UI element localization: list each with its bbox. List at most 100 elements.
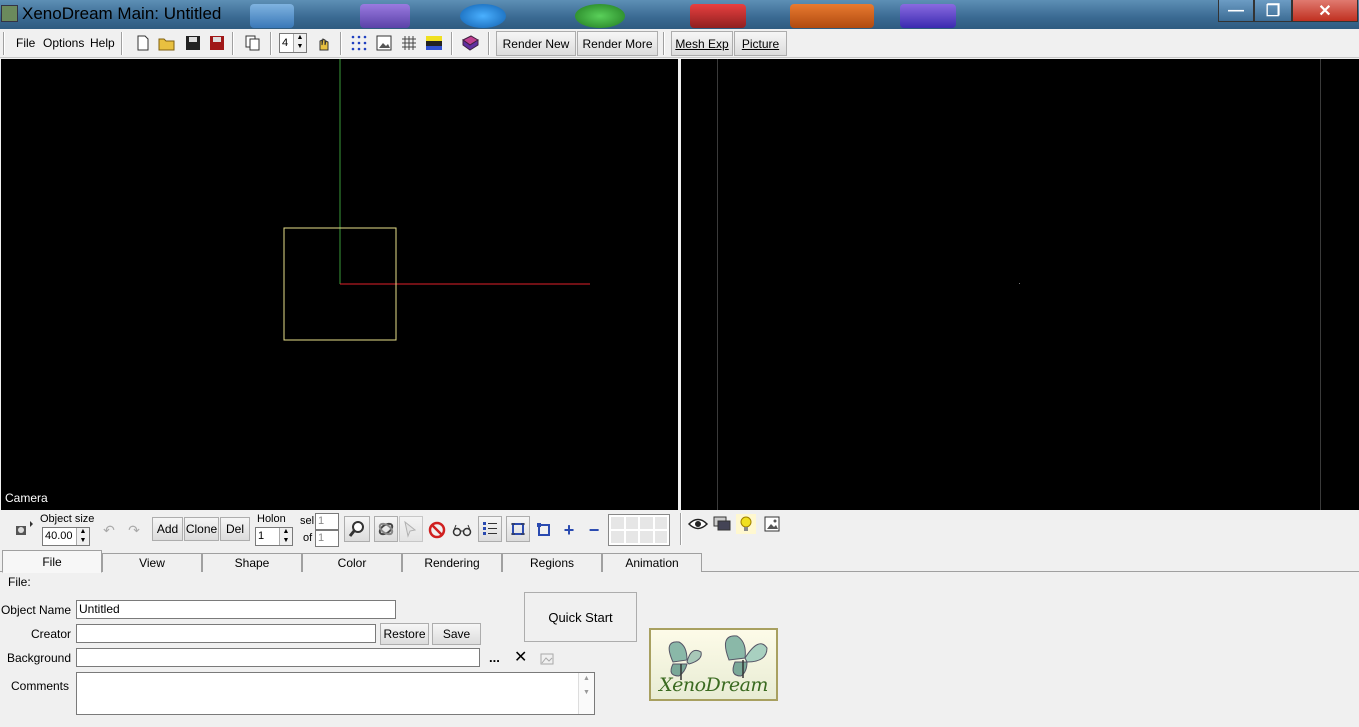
holon-label: Holon	[257, 513, 286, 525]
taskbar-thumbnail	[360, 4, 410, 28]
sel-input[interactable]: 1	[315, 513, 339, 530]
rotate-icon	[378, 522, 394, 536]
add-button[interactable]: Add	[152, 517, 183, 541]
tab-view[interactable]: View	[102, 553, 202, 572]
minimize-button[interactable]: —	[1218, 0, 1254, 22]
count-spinner-arrows[interactable]: ▲ ▼	[293, 34, 306, 52]
open-folder-icon[interactable]	[157, 33, 177, 53]
of-input: 1	[315, 530, 339, 547]
pointer-button[interactable]	[399, 516, 423, 542]
comments-label: Comments	[10, 679, 69, 693]
tab-file[interactable]: File	[2, 550, 102, 573]
restore-icon: ❐	[1265, 2, 1281, 20]
taskbar-thumbnail	[690, 4, 746, 28]
toolbar-separator	[121, 32, 123, 55]
of-value: 1	[318, 532, 325, 544]
mesh-exp-button[interactable]: Mesh Exp	[671, 31, 733, 56]
fit-icon[interactable]	[534, 520, 554, 540]
tab-animation[interactable]: Animation	[602, 553, 702, 572]
close-window-button[interactable]: ✕	[1292, 0, 1358, 22]
title-bar: XenoDream Main: Untitled — ❐ ✕	[0, 0, 1359, 29]
background-field[interactable]	[76, 648, 480, 667]
object-name-label: Object Name	[0, 603, 71, 617]
viewport-label: Camera	[5, 491, 48, 505]
background-image-icon[interactable]	[537, 648, 557, 668]
render-more-button[interactable]: Render More	[577, 31, 658, 56]
clone-button[interactable]: Clone	[184, 517, 219, 541]
save-as-icon[interactable]	[207, 33, 227, 53]
picture-view-icon[interactable]	[762, 514, 782, 534]
hand-icon[interactable]	[313, 33, 333, 53]
object-size-arrows[interactable]: ▲ ▼	[76, 528, 89, 545]
main-toolbar: File Options Help 4 ▲ ▼ Render New Render…	[0, 29, 1359, 58]
toolbar-separator	[488, 32, 490, 55]
grid-icon[interactable]	[399, 33, 419, 53]
redo-icon[interactable]: ↷	[124, 520, 144, 540]
tab-rendering[interactable]: Rendering	[402, 553, 502, 572]
camera-viewport[interactable]: Camera	[1, 59, 678, 510]
render-new-button[interactable]: Render New	[496, 31, 576, 56]
dot-grid-icon[interactable]	[349, 33, 369, 53]
pointer-icon	[404, 520, 417, 538]
render-margin-line	[717, 59, 718, 510]
comments-scrollbar[interactable]: ▲ ▼	[578, 673, 594, 714]
camera-select-icon[interactable]	[12, 518, 36, 540]
tab-shape[interactable]: Shape	[202, 553, 302, 572]
save-icon[interactable]	[183, 33, 203, 53]
taskbar-thumbnail	[250, 4, 294, 28]
eye-icon[interactable]	[688, 514, 708, 534]
window-title: XenoDream Main: Untitled	[22, 4, 222, 23]
of-label: of	[303, 532, 313, 544]
close-icon: ✕	[1318, 2, 1332, 20]
menu-help[interactable]: Help	[90, 36, 115, 50]
render-viewport[interactable]	[681, 59, 1359, 510]
quick-start-button[interactable]: Quick Start	[524, 592, 637, 642]
tab-color[interactable]: Color	[302, 553, 402, 572]
taskbar-thumbnail	[790, 4, 874, 28]
layers-icon[interactable]	[712, 514, 732, 534]
layout-grid-selector[interactable]	[608, 514, 670, 546]
new-file-icon[interactable]	[133, 33, 153, 53]
holon-arrows[interactable]: ▲ ▼	[279, 528, 292, 545]
lightbulb-icon[interactable]	[736, 514, 756, 534]
stop-icon[interactable]	[427, 520, 447, 540]
object-size-value: 40.00	[45, 530, 73, 542]
image-icon[interactable]	[374, 33, 394, 53]
restore-button[interactable]: Restore	[380, 623, 429, 645]
plus-icon[interactable]: +	[559, 520, 579, 540]
object-toolbar: Object size 40.00 ▲ ▼ ↶ ↷ Add Clone Del H…	[0, 510, 1359, 550]
clear-background-icon[interactable]: ✕	[514, 647, 527, 667]
picture-button[interactable]: Picture	[734, 31, 787, 56]
menu-options[interactable]: Options	[43, 36, 84, 50]
toolbar-separator	[270, 32, 272, 55]
holon-value: 1	[258, 530, 265, 542]
menu-file[interactable]: File	[16, 36, 35, 50]
creator-field[interactable]	[76, 624, 376, 643]
tab-bar: File View Shape Color Rendering Regions …	[0, 550, 1359, 573]
copy-icon[interactable]	[243, 33, 263, 53]
object-name-field[interactable]: Untitled	[76, 600, 396, 619]
palette-icon[interactable]	[424, 33, 444, 53]
save-creator-button[interactable]: Save	[432, 623, 481, 645]
zoom-button[interactable]	[344, 516, 370, 542]
list-button[interactable]	[478, 516, 502, 542]
book-icon[interactable]	[460, 33, 480, 53]
delete-button[interactable]: Del	[220, 517, 250, 541]
tab-regions[interactable]: Regions	[502, 553, 602, 572]
frame-button[interactable]	[506, 516, 530, 542]
frame-icon	[511, 523, 525, 535]
count-value: 4	[282, 37, 289, 49]
browse-background-button[interactable]: ...	[489, 650, 500, 665]
toolbar-separator	[232, 32, 234, 55]
glasses-icon[interactable]	[452, 520, 472, 540]
taskbar-thumbnail	[460, 4, 506, 28]
maximize-button[interactable]: ❐	[1254, 0, 1292, 22]
sel-label: sel	[300, 515, 315, 527]
undo-icon[interactable]: ↶	[99, 520, 119, 540]
logo-text: XenoDream	[659, 674, 768, 696]
comments-textarea[interactable]	[76, 672, 595, 715]
render-margin-line	[1320, 59, 1321, 510]
rotate-button[interactable]	[374, 516, 398, 542]
minus-icon[interactable]: −	[584, 520, 604, 540]
file-section-label: File:	[8, 575, 31, 589]
